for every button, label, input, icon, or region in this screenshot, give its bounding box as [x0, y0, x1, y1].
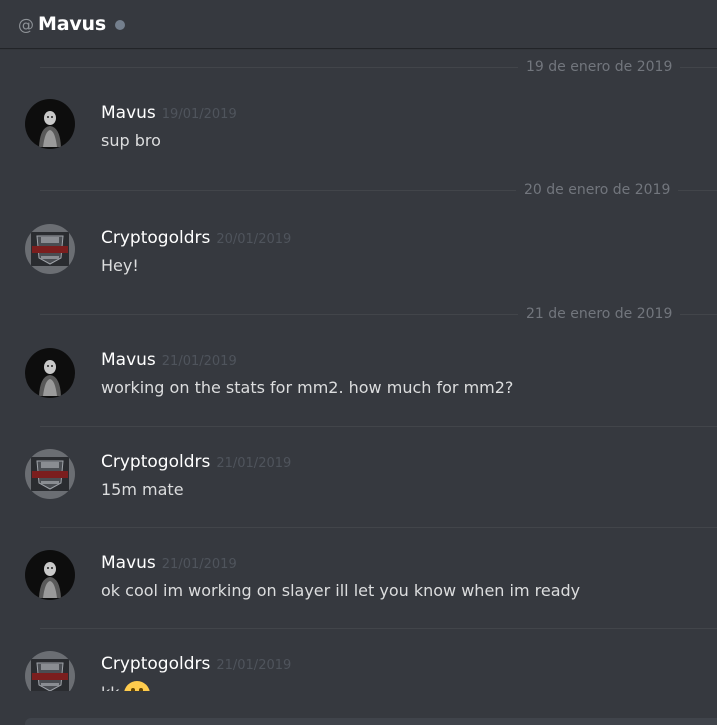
crypto-gold-logo-icon: [25, 651, 75, 691]
message-timestamp: 21/01/2019: [161, 557, 237, 572]
message-timestamp: 20/01/2019: [216, 232, 292, 247]
message-author[interactable]: Mavus: [101, 103, 156, 123]
at-icon: @: [18, 14, 34, 34]
offline-status-icon: [114, 20, 125, 30]
message-content: working on the stats for mm2. how much f…: [101, 378, 514, 397]
message-author[interactable]: Mavus: [101, 553, 156, 573]
message-content: kk: [101, 684, 120, 692]
message-content: 15m mate: [101, 480, 184, 499]
avatar-mavus[interactable]: [25, 99, 75, 149]
message-author[interactable]: Mavus: [101, 350, 156, 370]
date-divider: 20 de enero de 2019: [0, 180, 717, 200]
message-input-box[interactable]: [25, 718, 717, 725]
avatar-mavus[interactable]: [25, 550, 75, 600]
avatar-cryptogoldrs[interactable]: [25, 449, 75, 499]
dark-figure-avatar-icon: [25, 348, 75, 398]
avatar-cryptogoldrs[interactable]: [25, 224, 75, 274]
dark-figure-avatar-icon: [25, 550, 75, 600]
message-content: sup bro: [101, 131, 161, 150]
message-timestamp: 19/01/2019: [161, 107, 237, 122]
message-list[interactable]: 19 de enero de 2019 Mavus 19/01/2019 sup …: [0, 49, 717, 691]
crypto-gold-logo-icon: [25, 449, 75, 499]
message-timestamp: 21/01/2019: [216, 456, 292, 471]
channel-header: @ Mavus: [0, 0, 717, 48]
message-content: Hey!: [101, 256, 139, 275]
message-content: ok cool im working on slayer ill let you…: [101, 581, 581, 600]
divider-date-label: 19 de enero de 2019: [518, 58, 681, 76]
dark-figure-avatar-icon: [25, 99, 75, 149]
message-author[interactable]: Cryptogoldrs: [101, 228, 210, 248]
avatar-mavus[interactable]: [25, 348, 75, 398]
dm-recipient-name[interactable]: Mavus: [38, 13, 106, 35]
divider-date-label: 20 de enero de 2019: [516, 181, 679, 199]
message-separator: [40, 628, 717, 629]
avatar-cryptogoldrs[interactable]: [25, 651, 75, 691]
date-divider: 19 de enero de 2019: [0, 57, 717, 77]
message-timestamp: 21/01/2019: [216, 658, 292, 673]
crypto-gold-logo-icon: [25, 224, 75, 274]
smiley-emoji-icon: [123, 681, 150, 691]
date-divider: 21 de enero de 2019: [0, 304, 717, 324]
message-separator: [40, 527, 717, 528]
message-author[interactable]: Cryptogoldrs: [101, 654, 210, 674]
message-separator: [40, 426, 717, 427]
divider-date-label: 21 de enero de 2019: [518, 305, 681, 323]
message-timestamp: 21/01/2019: [161, 354, 237, 369]
message-author[interactable]: Cryptogoldrs: [101, 452, 210, 472]
